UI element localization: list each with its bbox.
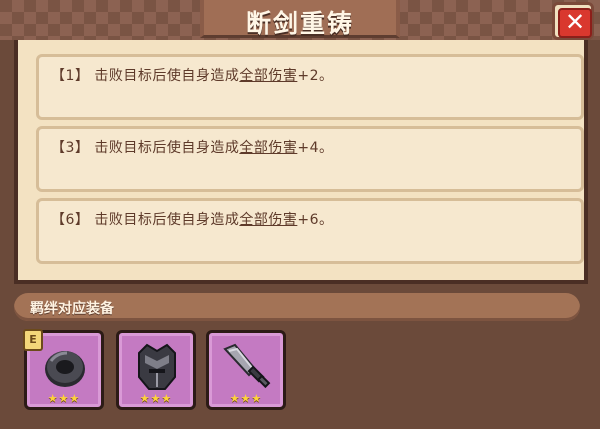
effect-text: 【3】 击败目标后使自身造成全部伤害+4。 (51, 140, 334, 156)
effects-panel: 【1】 击败目标后使自身造成全部伤害+2。 【3】 击败目标后使自身造成全部伤害… (14, 40, 588, 284)
effect-text: 【1】 击败目标后使自身造成全部伤害+2。 (51, 68, 334, 84)
bond-section-header: 羁绊对应装备 (14, 293, 580, 321)
window-title: 断剑重铸 (245, 9, 354, 38)
effect-text: 【6】 击败目标后使自身造成全部伤害+6。 (51, 212, 334, 228)
damage-keyword[interactable]: 全部伤害 (239, 140, 297, 156)
equipment-slot-sword[interactable]: ★★★ (206, 330, 286, 410)
damage-keyword[interactable]: 全部伤害 (239, 212, 297, 228)
close-icon[interactable]: ✕ (558, 8, 592, 38)
damage-keyword[interactable]: 全部伤害 (239, 68, 297, 84)
effect-row: 【1】 击败目标后使自身造成全部伤害+2。 (36, 54, 584, 120)
star-rating: ★★★ (139, 392, 173, 405)
star-rating: ★★★ (47, 392, 81, 405)
broken-sword-icon (223, 343, 271, 389)
helmet-icon (138, 343, 176, 390)
equipment-slot-ring[interactable]: E ★★★ (23, 329, 104, 410)
equipment-badge: E (23, 329, 43, 351)
star-rating: ★★★ (229, 392, 263, 405)
bond-label: 羁绊对应装备 (30, 301, 114, 317)
title-plate: 断剑重铸 (200, 0, 400, 38)
ring-icon (45, 351, 85, 387)
effect-row: 【3】 击败目标后使自身造成全部伤害+4。 (36, 126, 584, 192)
equipment-slot-helmet[interactable]: ★★★ (116, 330, 196, 410)
effect-row: 【6】 击败目标后使自身造成全部伤害+6。 (36, 198, 584, 264)
close-button[interactable]: ✕ (552, 2, 594, 40)
